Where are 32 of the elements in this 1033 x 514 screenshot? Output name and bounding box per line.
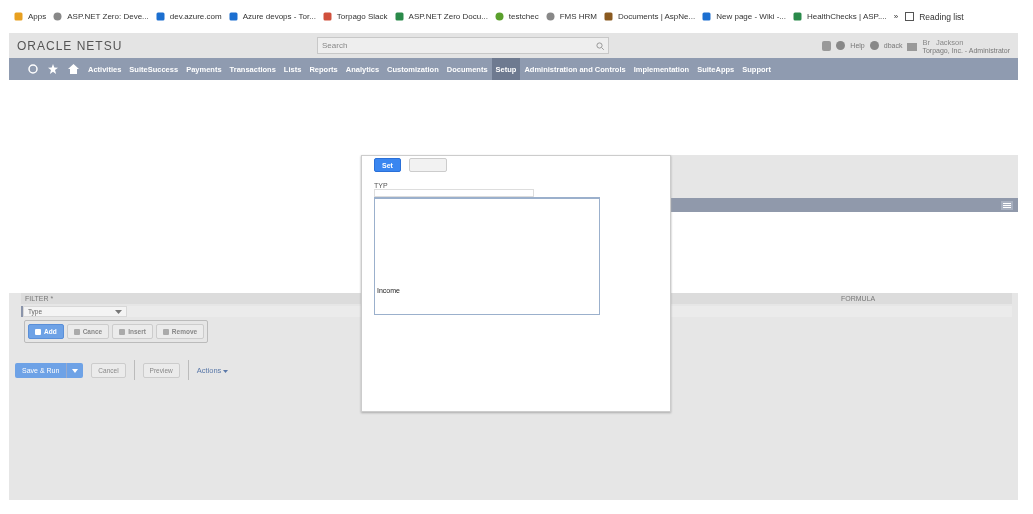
- bookmark[interactable]: New page - Wiki -...: [702, 12, 786, 21]
- reading-list[interactable]: Reading list: [905, 11, 964, 22]
- blank-button[interactable]: [408, 158, 447, 172]
- bookmark[interactable]: FMS HRM: [545, 12, 597, 21]
- bookmark[interactable]: ASP.NET Zero: Deve...: [53, 12, 149, 21]
- bookmark[interactable]: Documents | AspNe...: [604, 12, 696, 21]
- search-field[interactable]: Search: [317, 37, 609, 54]
- caret-icon: [72, 368, 79, 373]
- search-icon: [596, 41, 604, 50]
- site-icon: [604, 12, 613, 21]
- more-bookmarks[interactable]: »: [893, 12, 899, 21]
- site-icon: [702, 12, 712, 21]
- site-icon: [228, 12, 238, 21]
- caret-icon: [115, 309, 122, 314]
- home-icon[interactable]: [68, 64, 79, 74]
- type-field[interactable]: [374, 189, 534, 197]
- site-icon: [793, 12, 802, 21]
- bookmark[interactable]: HealthChecks | ASP....: [793, 12, 887, 21]
- logo: ORACLE NETSU: [17, 38, 124, 53]
- site-icon: [322, 12, 332, 21]
- bookmark[interactable]: testchec: [494, 12, 539, 21]
- bookmark[interactable]: dev.azure.com: [155, 12, 222, 21]
- menu-icon[interactable]: [1001, 200, 1013, 210]
- list-icon: [905, 12, 915, 21]
- bookmark[interactable]: Apps: [14, 12, 47, 21]
- bookmark[interactable]: Torpago Slack: [322, 12, 388, 21]
- bookmark[interactable]: Azure devops - Tor...: [228, 12, 316, 21]
- site-icon: [155, 12, 165, 21]
- site-icon: [394, 12, 404, 21]
- star-icon[interactable]: [48, 64, 58, 74]
- caret-icon: [223, 369, 229, 373]
- bookmark[interactable]: ASP.NET Zero Docu...: [394, 12, 488, 21]
